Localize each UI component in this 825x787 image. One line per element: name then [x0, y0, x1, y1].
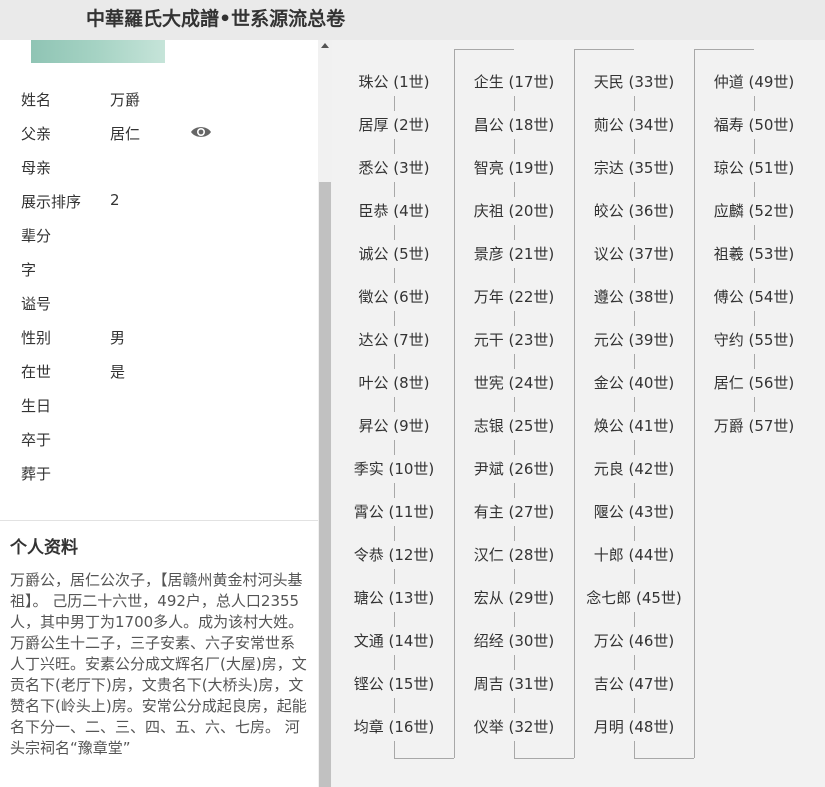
lineage-node[interactable]: 景彦 (21世) [471, 240, 557, 268]
lineage-node[interactable]: 智亮 (19世) [471, 154, 557, 182]
lineage-node[interactable]: 叶公 (8世) [356, 369, 432, 397]
lineage-node[interactable]: 遵公 (38世) [591, 283, 677, 311]
lineage-node[interactable]: 仪举 (32世) [471, 713, 557, 741]
column-connector-line [694, 49, 695, 758]
lineage-node[interactable]: 琼公 (51世) [711, 154, 797, 182]
field-value: 是 [110, 363, 126, 381]
lineage-node[interactable]: 悉公 (3世) [356, 154, 432, 182]
lineage-node[interactable]: 昌公 (18世) [471, 111, 557, 139]
page-title: 中華羅氏大成譜•世系源流总卷 [86, 8, 346, 30]
lineage-node[interactable]: 金公 (40世) [591, 369, 677, 397]
profile-text: 万爵公，居仁公次子，【居赣州黄金村河头基祖】。 己历二十六世，492户，总人口2… [10, 571, 307, 757]
field-label: 字 [21, 261, 37, 279]
lineage-node[interactable]: 吉公 (47世) [591, 670, 677, 698]
lineage-node[interactable]: 季实 (10世) [351, 455, 437, 483]
lineage-node[interactable]: 应麟 (52世) [711, 197, 797, 225]
lineage-node[interactable]: 焕公 (41世) [591, 412, 677, 440]
person-detail-panel: 姓名 万爵父亲 居仁母亲展示排序 2 辈分字谥号性别 男在世 是生日卒于葬于 个人资料 万爵… [0, 40, 318, 787]
lineage-node[interactable]: 荝公 (34世) [591, 111, 677, 139]
lineage-node[interactable]: 徵公 (6世) [356, 283, 432, 311]
field-label: 谥号 [21, 295, 52, 313]
lineage-node[interactable]: 元公 (39世) [591, 326, 677, 354]
lineage-node[interactable]: 企生 (17世) [471, 68, 557, 96]
lineage-node[interactable]: 令恭 (12世) [351, 541, 437, 569]
column-connector-line [694, 49, 695, 59]
lineage-node[interactable]: 铿公 (15世) [351, 670, 437, 698]
lineage-node[interactable]: 瑭公 (13世) [351, 584, 437, 612]
field-label: 展示排序 [21, 193, 82, 211]
section-divider [0, 520, 318, 521]
lineage-node[interactable]: 万公 (46世) [591, 627, 677, 655]
lineage-node[interactable]: 元干 (23世) [471, 326, 557, 354]
field-label: 生日 [21, 397, 52, 415]
column-connector-line [394, 758, 454, 759]
field-label: 母亲 [21, 159, 52, 177]
lineage-node[interactable]: 隁公 (43世) [591, 498, 677, 526]
scroll-up-arrow-icon[interactable] [321, 43, 329, 48]
lineage-node[interactable]: 月明 (48世) [591, 713, 677, 741]
field-label: 姓名 [21, 91, 52, 109]
lineage-node[interactable]: 祖羲 (53世) [711, 240, 797, 268]
field-label: 卒于 [21, 431, 52, 449]
lineage-node[interactable]: 念七郎 (45世) [584, 584, 684, 612]
lineage-node[interactable]: 均章 (16世) [351, 713, 437, 741]
column-connector-line [514, 758, 574, 759]
lineage-node[interactable]: 周吉 (31世) [471, 670, 557, 698]
lineage-node[interactable]: 傅公 (54世) [711, 283, 797, 311]
field-label: 父亲 [21, 125, 52, 143]
lineage-node[interactable]: 万爵 (57世) [711, 412, 797, 440]
lineage-node[interactable]: 珠公 (1世) [356, 68, 432, 96]
lineage-node[interactable]: 元良 (42世) [591, 455, 677, 483]
eye-icon[interactable] [190, 124, 212, 140]
lineage-node[interactable]: 十郎 (44世) [591, 541, 677, 569]
lineage-node[interactable]: 志银 (25世) [471, 412, 557, 440]
scroll-thumb[interactable] [319, 182, 331, 787]
column-connector-line [574, 49, 575, 758]
column-connector-line [694, 49, 754, 50]
lineage-node[interactable]: 守约 (55世) [711, 326, 797, 354]
lineage-node[interactable]: 庆祖 (20世) [471, 197, 557, 225]
lineage-node[interactable]: 宏从 (29世) [471, 584, 557, 612]
lineage-node[interactable]: 文通 (14世) [351, 627, 437, 655]
lineage-tree: 珠公 (1世) 居厚 (2世) 悉公 (3世) 臣恭 (4世) 诚公 (5世) 徵公 (6… [332, 40, 825, 787]
lineage-node[interactable]: 福寿 (50世) [711, 111, 797, 139]
avatar [31, 40, 165, 63]
lineage-node[interactable]: 万年 (22世) [471, 283, 557, 311]
field-label: 在世 [21, 363, 52, 381]
lineage-node[interactable]: 诚公 (5世) [356, 240, 432, 268]
lineage-node[interactable]: 皎公 (36世) [591, 197, 677, 225]
column-connector-line [454, 49, 455, 758]
lineage-node[interactable]: 达公 (7世) [356, 326, 432, 354]
lineage-node[interactable]: 宗达 (35世) [591, 154, 677, 182]
lineage-node[interactable]: 仲道 (49世) [711, 68, 797, 96]
lineage-node[interactable]: 有主 (27世) [471, 498, 557, 526]
lineage-node[interactable]: 居仁 (56世) [711, 369, 797, 397]
field-value: 2 [110, 191, 120, 209]
lineage-node[interactable]: 天民 (33世) [591, 68, 677, 96]
lineage-node[interactable]: 尹斌 (26世) [471, 455, 557, 483]
field-value: 男 [110, 329, 126, 347]
lineage-node[interactable]: 霄公 (11世) [351, 498, 437, 526]
profile-title: 个人资料 [10, 538, 78, 558]
lineage-node[interactable]: 世宪 (24世) [471, 369, 557, 397]
left-panel-scrollbar[interactable] [318, 40, 332, 787]
field-label: 葬于 [21, 465, 52, 483]
column-connector-line [574, 49, 634, 50]
lineage-node[interactable]: 昇公 (9世) [356, 412, 432, 440]
lineage-node[interactable]: 汉仁 (28世) [471, 541, 557, 569]
field-label: 性别 [21, 329, 52, 347]
field-value: 万爵 [110, 91, 141, 109]
lineage-node[interactable]: 议公 (37世) [591, 240, 677, 268]
lineage-node[interactable]: 居厚 (2世) [356, 111, 432, 139]
field-value: 居仁 [110, 125, 141, 143]
column-connector-line [454, 49, 514, 50]
header-bar: 中華羅氏大成譜•世系源流总卷 [0, 0, 825, 40]
field-label: 辈分 [21, 227, 52, 245]
lineage-node[interactable]: 臣恭 (4世) [356, 197, 432, 225]
lineage-node[interactable]: 绍经 (30世) [471, 627, 557, 655]
column-connector-line [634, 758, 694, 759]
